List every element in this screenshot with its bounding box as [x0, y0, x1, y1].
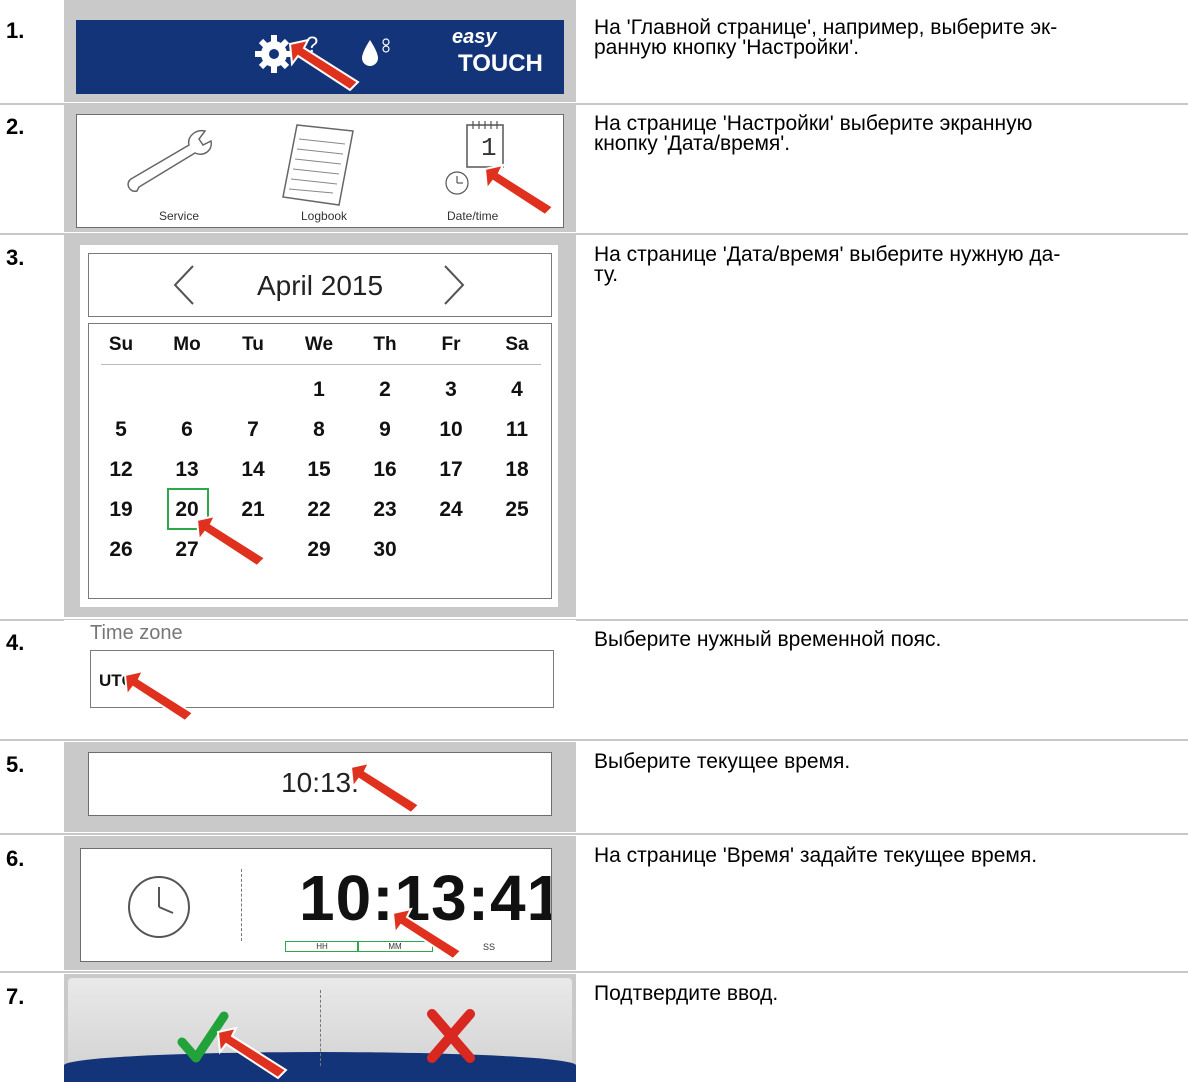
calendar-month-title: April 2015	[256, 270, 384, 301]
water-drop-icon	[362, 38, 390, 66]
time-zone-label: Time zone	[90, 622, 183, 644]
time-field-value: 10:13:	[281, 767, 359, 798]
weekday-label: Fr	[441, 334, 461, 355]
home-screen-screenshot: ? easy TOUCH	[64, 0, 576, 102]
step-number: 7.	[6, 984, 25, 1009]
weekday-divider	[101, 364, 541, 365]
cancel-x-icon[interactable]	[426, 1008, 476, 1064]
time-zone-screenshot: Time zone UTC	[64, 620, 576, 738]
vertical-divider	[320, 990, 321, 1066]
step-number: 1.	[6, 18, 25, 43]
calendar-day[interactable]: 22	[299, 498, 339, 522]
weekday-label: Th	[373, 334, 397, 355]
clock-icon	[128, 876, 190, 938]
hh-segment[interactable]: HH	[285, 941, 359, 952]
calendar-day[interactable]: 23	[365, 498, 405, 522]
step-number: 3.	[6, 245, 25, 270]
step-number: 6.	[6, 846, 25, 871]
calendar-day[interactable]: 9	[365, 418, 405, 442]
row-separator	[0, 833, 1188, 835]
step-description: На странице 'Время' задайте текущее врем…	[594, 844, 1038, 867]
time-zone-panel: Time zone UTC	[64, 620, 576, 738]
calendar-day[interactable]: 7	[233, 418, 273, 442]
calendar-day[interactable]: 10	[431, 418, 471, 442]
calendar-day[interactable]: 19	[101, 498, 141, 522]
step-number: 5.	[6, 752, 25, 777]
step-description: На странице 'Дата/время' выберите нужную…	[594, 243, 1061, 286]
pointer-arrow-icon	[349, 761, 421, 815]
calendar-widget: April 2015 Su Mo Tu We Th Fr Sa 1 2 3 4 …	[80, 245, 558, 607]
logo-easy: easy	[452, 26, 497, 48]
logbook-icon[interactable]	[277, 121, 367, 207]
calendar-day[interactable]: 6	[167, 418, 207, 442]
calendar-day[interactable]: 3	[431, 378, 471, 402]
step-number: 4.	[6, 630, 25, 655]
time-page-screenshot: 10:13:41 HH MM SS	[64, 836, 576, 970]
calendar-day[interactable]: 11	[497, 418, 537, 442]
step-description: Выберите текущее время.	[594, 750, 851, 773]
step-row-4: 4. Time zone UTC Выберите нужный временн…	[0, 620, 1188, 738]
time-field[interactable]: 10:13:	[88, 752, 552, 816]
pointer-arrow-icon	[391, 907, 463, 961]
step-row-1: 1. ? easy TOUCH На 'Главной странице', н…	[0, 0, 1188, 102]
calendar-day[interactable]: 4	[497, 378, 537, 402]
row-separator	[0, 971, 1188, 973]
calendar-day[interactable]: 24	[431, 498, 471, 522]
calendar-day[interactable]: 5	[101, 418, 141, 442]
calendar-day[interactable]: 29	[299, 538, 339, 562]
step-number: 2.	[6, 114, 25, 139]
row-separator	[0, 739, 1188, 741]
time-page-panel: 10:13:41 HH MM SS	[80, 848, 552, 962]
calendar-day[interactable]: 2	[365, 378, 405, 402]
service-label: Service	[159, 209, 200, 223]
pointer-arrow-icon	[216, 1026, 288, 1080]
pointer-arrow-icon	[195, 514, 267, 568]
settings-panel: Service Logbook 1 Date/time	[76, 114, 564, 228]
weekday-label: Mo	[173, 334, 201, 355]
ss-label[interactable]: SS	[483, 942, 495, 952]
calendar-header: April 2015	[88, 253, 552, 317]
calendar-day[interactable]: 30	[365, 538, 405, 562]
step-row-6: 6. 10:13:41 HH MM SS На странице 'Время'…	[0, 836, 1188, 970]
weekday-label: Sa	[505, 334, 529, 355]
time-zone-field[interactable]: UTC	[90, 650, 554, 723]
step-description: На 'Главной странице', например, выберит…	[594, 16, 1058, 59]
calendar-day[interactable]: 16	[365, 458, 405, 482]
pointer-arrow-icon	[483, 163, 555, 217]
calendar-day[interactable]: 15	[299, 458, 339, 482]
calendar-day[interactable]: 13	[167, 458, 207, 482]
weekday-label: We	[304, 334, 334, 355]
pointer-arrow-icon	[123, 669, 195, 723]
calendar-day[interactable]: 12	[101, 458, 141, 482]
pointer-arrow-icon	[288, 38, 360, 92]
step-row-2: 2. Service Logbook 1 Date/time На страни…	[0, 104, 1188, 232]
step-row-7: 7. Подтвердите ввод.	[0, 974, 1188, 1082]
weekday-label: Su	[108, 334, 134, 355]
time-field-screenshot: 10:13:	[64, 742, 576, 832]
logo-touch: TOUCH	[458, 50, 543, 77]
weekday-label: Tu	[242, 334, 264, 355]
calendar-grid: Su Mo Tu We Th Fr Sa 1 2 3 4 5 6 7 8 9 1…	[88, 323, 552, 599]
calendar-day[interactable]: 14	[233, 458, 273, 482]
logbook-label: Logbook	[301, 209, 348, 223]
calendar-day[interactable]: 8	[299, 418, 339, 442]
date-time-screen-screenshot: April 2015 Su Mo Tu We Th Fr Sa 1 2 3 4 …	[64, 235, 576, 617]
step-row-5: 5. 10:13: Выберите текущее время.	[0, 742, 1188, 832]
calendar-day[interactable]: 25	[497, 498, 537, 522]
step-description: Выберите нужный временной пояс.	[594, 628, 942, 651]
calendar-day[interactable]: 18	[497, 458, 537, 482]
step-description: На странице 'Настройки' выберите экранну…	[594, 112, 1033, 155]
confirm-screen-screenshot	[64, 974, 576, 1082]
calendar-day[interactable]: 17	[431, 458, 471, 482]
calendar-day[interactable]: 1	[299, 378, 339, 402]
vertical-divider	[241, 869, 242, 941]
wrench-icon[interactable]	[117, 125, 227, 205]
calendar-day[interactable]: 26	[101, 538, 141, 562]
instruction-table: 1. ? easy TOUCH На 'Главной странице', н…	[0, 0, 1188, 1082]
step-row-3: 3. April 2015 Su Mo Tu We Th Fr Sa 1 2 3…	[0, 235, 1188, 618]
chevron-right-icon[interactable]	[439, 262, 469, 308]
step-description: Подтвердите ввод.	[594, 982, 779, 1005]
settings-screen-screenshot: Service Logbook 1 Date/time	[64, 104, 576, 232]
home-header-bar: ? easy TOUCH	[76, 20, 564, 94]
